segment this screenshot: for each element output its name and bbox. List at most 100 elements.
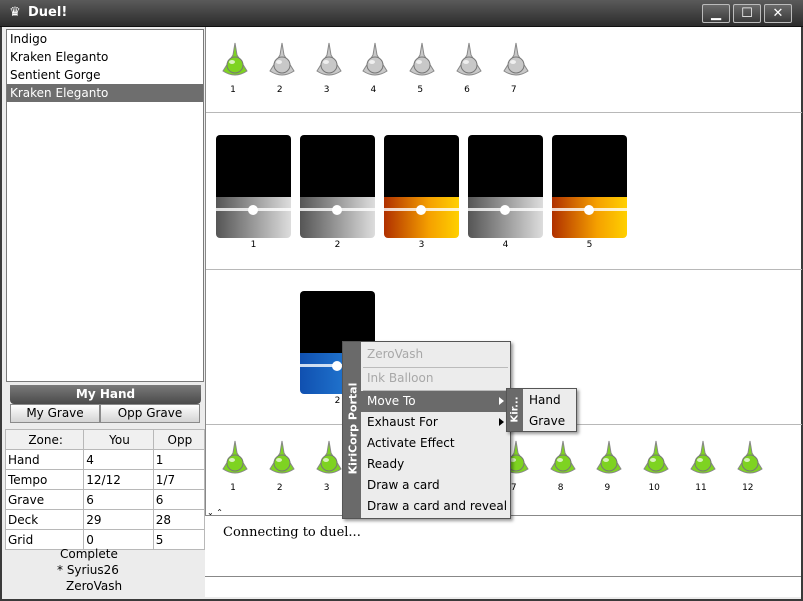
close-icon: ✕ <box>772 6 784 21</box>
maximize-button[interactable]: ☐ <box>733 4 761 23</box>
card-art <box>384 135 459 197</box>
card-list[interactable]: Indigo Kraken Eleganto Sentient Gorge Kr… <box>6 29 204 382</box>
chat-input[interactable] <box>205 576 801 597</box>
list-item[interactable]: Indigo <box>7 30 203 48</box>
table-cell: Deck <box>4 509 85 530</box>
slot-number: 11 <box>695 483 707 493</box>
table-header: Opp <box>152 429 206 450</box>
table-row: Tempo 12/12 1/7 <box>4 469 206 490</box>
tempo-gem-icon <box>218 41 248 83</box>
table-row: Hand 4 1 <box>4 449 206 470</box>
submenu-item-hand[interactable]: Hand <box>523 390 576 411</box>
list-item[interactable]: Kraken Eleganto <box>7 48 203 66</box>
table-cell: 1/7 <box>152 469 206 490</box>
card-art <box>468 135 543 197</box>
slot-number: 12 <box>742 483 754 493</box>
tempo-slot[interactable]: 1 <box>218 41 248 95</box>
card[interactable] <box>552 135 627 238</box>
tempo-gem-icon <box>405 41 435 83</box>
tempo-slot[interactable]: 12 <box>733 439 763 493</box>
table-header: You <box>83 429 154 450</box>
tab-opp-grave[interactable]: Opp Grave <box>100 404 200 423</box>
list-item-selected[interactable]: Kraken Eleganto <box>7 84 203 102</box>
tempo-slot[interactable]: 10 <box>639 439 669 493</box>
menu-item-ink-balloon: Ink Balloon <box>367 371 434 385</box>
table-header: Zone: <box>4 429 85 450</box>
menu-item-draw-card[interactable]: Draw a card <box>361 475 510 496</box>
table-cell: 6 <box>152 489 206 510</box>
submenu-title: Kir... <box>509 396 521 423</box>
card-dot-icon <box>332 205 342 215</box>
card[interactable] <box>216 135 291 238</box>
tempo-slot[interactable]: 8 <box>546 439 576 493</box>
tab-my-grave[interactable]: My Grave <box>10 404 100 423</box>
status-panel: Complete * Syrius26 ZeroVash <box>5 546 205 594</box>
table-cell: 6 <box>83 489 154 510</box>
table-cell: 28 <box>152 509 206 530</box>
tempo-slot[interactable]: 11 <box>686 439 716 493</box>
tempo-gem-icon <box>733 439 763 481</box>
menu-item-ready[interactable]: Ready <box>361 454 510 475</box>
tempo-slot[interactable]: 7 <box>499 41 529 95</box>
card-dot-icon <box>332 361 342 371</box>
tempo-slot[interactable]: 2 <box>265 439 295 493</box>
tempo-slot[interactable]: 3 <box>312 439 342 493</box>
card-bar <box>300 197 375 238</box>
context-menu-side-label: KiriCorp Portal <box>343 342 361 518</box>
submenu: Kir... Hand Grave <box>506 388 577 432</box>
tempo-slot[interactable]: 9 <box>592 439 623 493</box>
submenu-side-label: Kir... <box>507 389 523 431</box>
card-number: 4 <box>502 240 509 250</box>
left-panel: Indigo Kraken Eleganto Sentient Gorge Kr… <box>2 27 206 599</box>
tempo-slot[interactable]: 3 <box>312 41 342 95</box>
window-title: Duel! <box>28 5 68 20</box>
table-cell: Hand <box>4 449 85 470</box>
slot-number: 9 <box>604 483 611 493</box>
table-cell: 29 <box>83 509 154 530</box>
menu-item-move-to[interactable]: Move To <box>361 391 510 412</box>
slot-number: 10 <box>648 483 660 493</box>
tempo-slot[interactable]: 1 <box>218 439 248 493</box>
table-row: Deck 29 28 <box>4 509 206 530</box>
divider <box>206 269 802 270</box>
card-number: 2 <box>334 240 341 250</box>
list-item[interactable]: Sentient Gorge <box>7 66 203 84</box>
card-bar <box>552 197 627 238</box>
menu-item-zerovash: ZeroVash <box>367 347 424 361</box>
submenu-arrow-icon <box>499 418 504 426</box>
menu-item-draw-card-reveal[interactable]: Draw a card and reveal <box>361 496 510 517</box>
tab-my-hand[interactable]: My Hand <box>10 385 201 404</box>
card-bar <box>216 197 291 238</box>
minimize-button[interactable]: ▁ <box>702 4 730 23</box>
tempo-slot[interactable]: 4 <box>358 41 389 95</box>
tempo-gem-icon <box>358 41 389 83</box>
tempo-gem-icon <box>686 439 716 481</box>
card[interactable] <box>468 135 543 238</box>
table-cell: 4 <box>83 449 154 470</box>
log-text: Connecting to duel... <box>223 525 361 540</box>
slot-number: 2 <box>276 483 283 493</box>
table-header-row: Zone: You Opp <box>4 429 206 450</box>
submenu-item-grave[interactable]: Grave <box>523 411 576 432</box>
card-dot-icon <box>416 205 426 215</box>
table-cell: Grave <box>4 489 85 510</box>
close-button[interactable]: ✕ <box>764 4 792 23</box>
log-panel: Connecting to duel... <box>205 515 801 576</box>
menu-item-exhaust-for[interactable]: Exhaust For <box>361 412 510 433</box>
tempo-slot[interactable]: 5 <box>405 41 435 95</box>
tempo-slot[interactable]: 6 <box>452 41 482 95</box>
slot-number: 7 <box>510 85 517 95</box>
card[interactable] <box>300 135 375 238</box>
menu-item-activate-effect[interactable]: Activate Effect <box>361 433 510 454</box>
slot-number: 2 <box>276 85 283 95</box>
tempo-gem-icon <box>312 439 342 481</box>
slot-number: 5 <box>417 85 424 95</box>
card-art <box>552 135 627 197</box>
tempo-slot[interactable]: 2 <box>265 41 295 95</box>
status-line: ZeroVash <box>66 579 123 593</box>
card[interactable] <box>384 135 459 238</box>
slot-number: 3 <box>323 85 330 95</box>
tempo-gem-icon <box>639 439 669 481</box>
maximize-icon: ☐ <box>741 6 753 21</box>
tempo-gem-icon <box>499 41 529 83</box>
